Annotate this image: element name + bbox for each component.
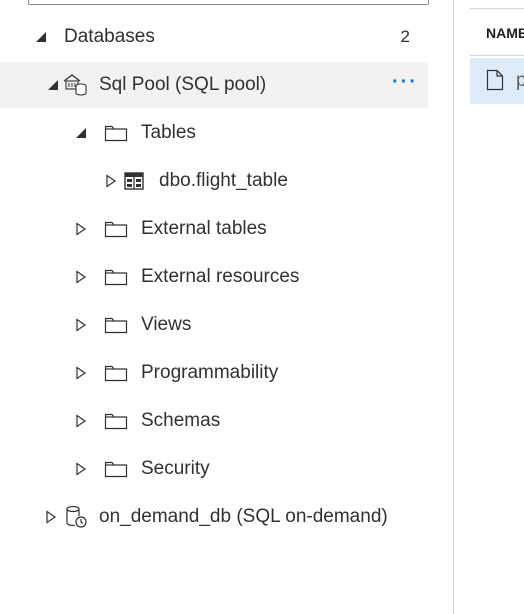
tree-item-tables[interactable]: Tables xyxy=(0,110,428,156)
tree-item-label: Schemas xyxy=(141,410,221,431)
caret-collapsed-icon[interactable] xyxy=(74,270,88,284)
caret-collapsed-icon[interactable] xyxy=(74,414,88,428)
caret-collapsed-icon[interactable] xyxy=(74,462,88,476)
file-icon xyxy=(486,69,504,91)
caret-expanded-icon[interactable] xyxy=(46,78,60,92)
tree-item-on-demand-db[interactable]: on_demand_db (SQL on-demand) xyxy=(0,494,428,540)
tree-item-label: Security xyxy=(141,458,210,479)
tree-item-label: Databases xyxy=(64,26,155,47)
caret-collapsed-icon[interactable] xyxy=(74,366,88,380)
tree-item-label: Sql Pool (SQL pool) xyxy=(99,74,267,95)
tree-item-label: on_demand_db (SQL on-demand) xyxy=(99,506,388,527)
tree-item-databases[interactable]: Databases 2 xyxy=(0,14,428,60)
tree-item-security[interactable]: Security xyxy=(0,446,428,492)
tree-item-programmability[interactable]: Programmability xyxy=(0,350,428,396)
tree-item-label: Programmability xyxy=(141,362,279,383)
tree-item-flight-table[interactable]: dbo.flight_table xyxy=(0,158,428,204)
file-name: p xyxy=(516,70,524,91)
caret-collapsed-icon[interactable] xyxy=(74,222,88,236)
caret-collapsed-icon[interactable] xyxy=(44,510,58,524)
tree-item-sql-pool[interactable]: Sql Pool (SQL pool) ··· xyxy=(0,62,428,108)
folder-icon xyxy=(104,317,128,334)
folder-icon xyxy=(104,125,128,142)
folder-icon xyxy=(104,269,128,286)
tree-item-label: External tables xyxy=(141,218,267,239)
data-explorer-pane: Databases 2 Sql Pool (SQL pool) ··· Tabl… xyxy=(0,0,454,614)
table-icon xyxy=(124,172,144,190)
column-header-name[interactable]: NAME xyxy=(470,8,524,56)
file-list-pane: NAME p xyxy=(470,0,524,614)
folder-icon xyxy=(104,413,128,430)
folder-icon xyxy=(104,365,128,382)
more-actions-button[interactable]: ··· xyxy=(392,62,418,102)
tree-item-label: dbo.flight_table xyxy=(159,170,288,191)
database-count-badge: 2 xyxy=(400,27,410,46)
tree-item-schemas[interactable]: Schemas xyxy=(0,398,428,444)
tree-item-external-resources[interactable]: External resources xyxy=(0,254,428,300)
sql-on-demand-icon xyxy=(66,505,87,528)
tree-item-label: Tables xyxy=(141,122,196,143)
tree-item-views[interactable]: Views xyxy=(0,302,428,348)
tree-item-external-tables[interactable]: External tables xyxy=(0,206,428,252)
caret-expanded-icon[interactable] xyxy=(74,126,88,140)
caret-collapsed-icon[interactable] xyxy=(104,174,118,188)
caret-expanded-icon[interactable] xyxy=(34,30,48,44)
file-list-row[interactable]: p xyxy=(470,58,524,104)
tree-item-label: Views xyxy=(141,314,192,335)
caret-collapsed-icon[interactable] xyxy=(74,318,88,332)
folder-icon xyxy=(104,221,128,238)
sql-pool-icon xyxy=(63,74,87,96)
folder-icon xyxy=(104,461,128,478)
search-input[interactable] xyxy=(28,0,429,5)
tree-item-label: External resources xyxy=(141,266,300,287)
